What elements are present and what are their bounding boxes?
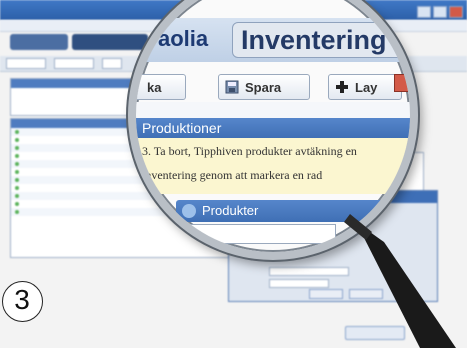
dialog-field-2[interactable] xyxy=(269,279,329,288)
dialog-button-1[interactable] xyxy=(309,289,343,299)
add-button[interactable]: Lay xyxy=(328,74,402,100)
toolbar-button-3[interactable] xyxy=(102,58,122,69)
zoomed-partial-button[interactable]: ka xyxy=(136,74,186,100)
note-line-1: 3. Ta bort, Tipphiven produkter avtäknin… xyxy=(142,144,357,158)
zoomed-field[interactable] xyxy=(176,224,336,244)
dialog-field-1[interactable] xyxy=(269,267,349,276)
step-number: 3 xyxy=(14,284,30,315)
toolbar-button-1[interactable] xyxy=(6,58,46,69)
dialog-button-2[interactable] xyxy=(349,289,383,299)
bottom-button[interactable] xyxy=(345,326,405,340)
zoomed-section-header: Produktioner xyxy=(136,118,410,138)
toolbar-button-2[interactable] xyxy=(54,58,94,69)
save-button[interactable]: Spara xyxy=(218,74,310,100)
close-icon[interactable] xyxy=(449,6,463,18)
magnifier-lens: aolia Inventering ka Spara Lay Produktio… xyxy=(128,0,418,260)
zoomed-sub-title: Produkter xyxy=(202,203,259,218)
minimize-icon[interactable] xyxy=(417,6,431,18)
plus-icon xyxy=(335,79,349,95)
save-icon xyxy=(225,79,239,95)
zoomed-section-title: Produktioner xyxy=(142,120,222,136)
note-line-2: inventering genom att markera en rad xyxy=(142,168,323,182)
tab-left[interactable] xyxy=(10,34,68,50)
zoomed-left-tab: aolia xyxy=(158,26,209,51)
zoomed-title-tab: Inventering xyxy=(232,22,410,58)
step-badge: 3 xyxy=(2,281,43,322)
info-panel-header xyxy=(11,79,137,88)
zoomed-button-row: ka Spara Lay xyxy=(136,74,410,102)
info-panel xyxy=(10,78,138,116)
zoomed-title: Inventering xyxy=(241,25,387,55)
zoomed-sub-header: Produkter xyxy=(176,200,410,222)
products-icon xyxy=(182,204,196,218)
zoomed-note: 3. Ta bort, Tipphiven produkter avtäknin… xyxy=(136,138,410,194)
maximize-icon[interactable] xyxy=(433,6,447,18)
zoomed-separator xyxy=(136,102,410,118)
